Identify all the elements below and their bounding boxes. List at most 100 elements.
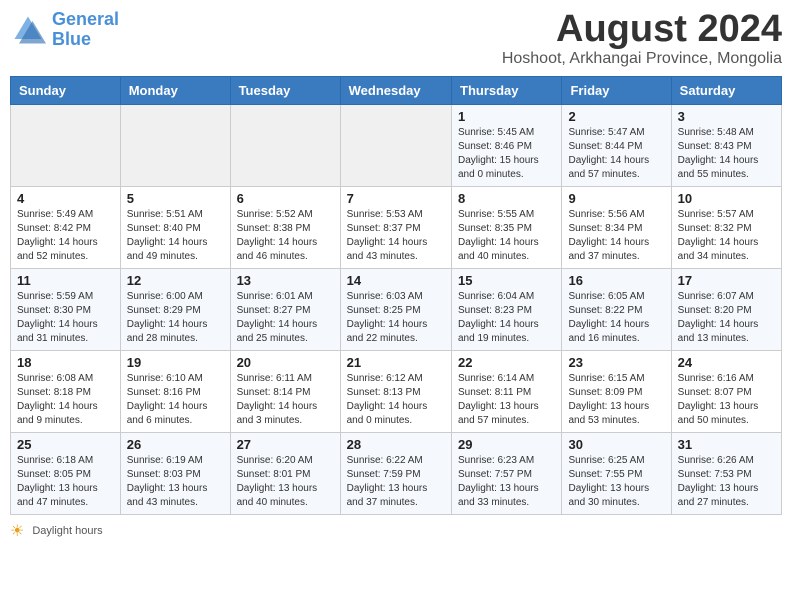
calendar-cell (340, 105, 451, 187)
day-number: 14 (347, 273, 445, 288)
col-header-friday: Friday (562, 77, 671, 105)
logo-icon (10, 12, 46, 48)
calendar-cell: 17Sunrise: 6:07 AM Sunset: 8:20 PM Dayli… (671, 269, 781, 351)
day-number: 28 (347, 437, 445, 452)
week-row-2: 4 Sunrise: 5:49 AM Sunset: 8:42 PM Daylig… (11, 187, 782, 269)
day-number: 11 (17, 273, 114, 288)
week-row-3: 11 Sunrise: 5:59 AM Sunset: 8:30 PM Dayli… (11, 269, 782, 351)
logo-text: General Blue (52, 10, 119, 50)
daylight-label: Daylight hours (32, 525, 102, 537)
calendar-cell: 7 Sunrise: 5:53 AM Sunset: 8:37 PM Daylig… (340, 187, 451, 269)
day-info: Sunrise: 5:51 AM Sunset: 8:40 PM Dayligh… (127, 208, 224, 264)
day-number: 7 (347, 191, 445, 206)
day-number: 27 (237, 437, 334, 452)
calendar-cell: 3 Sunrise: 5:48 AM Sunset: 8:43 PM Daylig… (671, 105, 781, 187)
calendar-cell: 28 Sunrise: 6:22 AM Sunset: 7:59 PM Dayli… (340, 433, 451, 515)
calendar-cell: 24Sunrise: 6:16 AM Sunset: 8:07 PM Dayli… (671, 351, 781, 433)
calendar-cell (120, 105, 230, 187)
day-number: 5 (127, 191, 224, 206)
day-info: Sunrise: 6:03 AM Sunset: 8:25 PM Dayligh… (347, 290, 445, 346)
col-header-wednesday: Wednesday (340, 77, 451, 105)
day-info: Sunrise: 6:23 AM Sunset: 7:57 PM Dayligh… (458, 454, 555, 510)
day-number: 8 (458, 191, 555, 206)
logo-blue: Blue (52, 29, 91, 49)
day-number: 3 (678, 109, 775, 124)
calendar-cell: 25 Sunrise: 6:18 AM Sunset: 8:05 PM Dayli… (11, 433, 121, 515)
day-number: 20 (237, 355, 334, 370)
day-number: 16 (568, 273, 664, 288)
calendar-cell: 22 Sunrise: 6:14 AM Sunset: 8:11 PM Dayli… (452, 351, 562, 433)
calendar-cell: 26Sunrise: 6:19 AM Sunset: 8:03 PM Dayli… (120, 433, 230, 515)
calendar-cell: 14 Sunrise: 6:03 AM Sunset: 8:25 PM Dayli… (340, 269, 451, 351)
day-number: 21 (347, 355, 445, 370)
day-number: 10 (678, 191, 775, 206)
day-number: 25 (17, 437, 114, 452)
day-info: Sunrise: 6:10 AM Sunset: 8:16 PM Dayligh… (127, 372, 224, 428)
col-header-tuesday: Tuesday (230, 77, 340, 105)
col-header-monday: Monday (120, 77, 230, 105)
day-number: 22 (458, 355, 555, 370)
day-info: Sunrise: 6:12 AM Sunset: 8:13 PM Dayligh… (347, 372, 445, 428)
calendar-cell: 27Sunrise: 6:20 AM Sunset: 8:01 PM Dayli… (230, 433, 340, 515)
day-info: Sunrise: 6:25 AM Sunset: 7:55 PM Dayligh… (568, 454, 664, 510)
day-info: Sunrise: 5:59 AM Sunset: 8:30 PM Dayligh… (17, 290, 114, 346)
calendar-cell: 6 Sunrise: 5:52 AM Sunset: 8:38 PM Daylig… (230, 187, 340, 269)
calendar-cell: 18 Sunrise: 6:08 AM Sunset: 8:18 PM Dayli… (11, 351, 121, 433)
day-info: Sunrise: 6:05 AM Sunset: 8:22 PM Dayligh… (568, 290, 664, 346)
day-info: Sunrise: 6:16 AM Sunset: 8:07 PM Dayligh… (678, 372, 775, 428)
calendar-header-row: SundayMondayTuesdayWednesdayThursdayFrid… (11, 77, 782, 105)
calendar-cell: 11 Sunrise: 5:59 AM Sunset: 8:30 PM Dayli… (11, 269, 121, 351)
calendar-cell: 30 Sunrise: 6:25 AM Sunset: 7:55 PM Dayli… (562, 433, 671, 515)
calendar-cell: 1Sunrise: 5:45 AM Sunset: 8:46 PM Daylig… (452, 105, 562, 187)
day-number: 18 (17, 355, 114, 370)
col-header-sunday: Sunday (11, 77, 121, 105)
day-info: Sunrise: 5:56 AM Sunset: 8:34 PM Dayligh… (568, 208, 664, 264)
day-number: 4 (17, 191, 114, 206)
day-number: 13 (237, 273, 334, 288)
month-title: August 2024 (502, 10, 782, 48)
page-header: General Blue August 2024 Hoshoot, Arkhan… (10, 10, 782, 68)
footer-note: ☀ Daylight hours (10, 521, 782, 541)
day-info: Sunrise: 6:00 AM Sunset: 8:29 PM Dayligh… (127, 290, 224, 346)
calendar-cell: 20 Sunrise: 6:11 AM Sunset: 8:14 PM Dayli… (230, 351, 340, 433)
day-info: Sunrise: 6:18 AM Sunset: 8:05 PM Dayligh… (17, 454, 114, 510)
calendar-cell: 12 Sunrise: 6:00 AM Sunset: 8:29 PM Dayli… (120, 269, 230, 351)
day-info: Sunrise: 6:08 AM Sunset: 8:18 PM Dayligh… (17, 372, 114, 428)
calendar-cell: 10Sunrise: 5:57 AM Sunset: 8:32 PM Dayli… (671, 187, 781, 269)
calendar-cell: 23Sunrise: 6:15 AM Sunset: 8:09 PM Dayli… (562, 351, 671, 433)
calendar-cell (230, 105, 340, 187)
calendar-cell: 16 Sunrise: 6:05 AM Sunset: 8:22 PM Dayli… (562, 269, 671, 351)
day-info: Sunrise: 5:49 AM Sunset: 8:42 PM Dayligh… (17, 208, 114, 264)
day-info: Sunrise: 6:11 AM Sunset: 8:14 PM Dayligh… (237, 372, 334, 428)
day-info: Sunrise: 5:55 AM Sunset: 8:35 PM Dayligh… (458, 208, 555, 264)
day-info: Sunrise: 5:52 AM Sunset: 8:38 PM Dayligh… (237, 208, 334, 264)
day-number: 26 (127, 437, 224, 452)
day-info: Sunrise: 6:14 AM Sunset: 8:11 PM Dayligh… (458, 372, 555, 428)
calendar-cell: 2 Sunrise: 5:47 AM Sunset: 8:44 PM Daylig… (562, 105, 671, 187)
day-number: 17 (678, 273, 775, 288)
day-info: Sunrise: 5:53 AM Sunset: 8:37 PM Dayligh… (347, 208, 445, 264)
day-number: 6 (237, 191, 334, 206)
calendar-cell: 19Sunrise: 6:10 AM Sunset: 8:16 PM Dayli… (120, 351, 230, 433)
day-number: 9 (568, 191, 664, 206)
day-number: 2 (568, 109, 664, 124)
day-info: Sunrise: 5:45 AM Sunset: 8:46 PM Dayligh… (458, 126, 555, 182)
day-info: Sunrise: 5:47 AM Sunset: 8:44 PM Dayligh… (568, 126, 664, 182)
day-info: Sunrise: 6:22 AM Sunset: 7:59 PM Dayligh… (347, 454, 445, 510)
col-header-saturday: Saturday (671, 77, 781, 105)
day-number: 31 (678, 437, 775, 452)
week-row-5: 25 Sunrise: 6:18 AM Sunset: 8:05 PM Dayli… (11, 433, 782, 515)
day-number: 30 (568, 437, 664, 452)
day-info: Sunrise: 6:26 AM Sunset: 7:53 PM Dayligh… (678, 454, 775, 510)
col-header-thursday: Thursday (452, 77, 562, 105)
day-number: 15 (458, 273, 555, 288)
calendar-cell: 8 Sunrise: 5:55 AM Sunset: 8:35 PM Daylig… (452, 187, 562, 269)
calendar-cell: 5 Sunrise: 5:51 AM Sunset: 8:40 PM Daylig… (120, 187, 230, 269)
calendar-cell: 4 Sunrise: 5:49 AM Sunset: 8:42 PM Daylig… (11, 187, 121, 269)
location-title: Hoshoot, Arkhangai Province, Mongolia (502, 50, 782, 68)
day-info: Sunrise: 6:15 AM Sunset: 8:09 PM Dayligh… (568, 372, 664, 428)
calendar-cell: 31 Sunrise: 6:26 AM Sunset: 7:53 PM Dayli… (671, 433, 781, 515)
day-number: 12 (127, 273, 224, 288)
day-info: Sunrise: 6:01 AM Sunset: 8:27 PM Dayligh… (237, 290, 334, 346)
day-info: Sunrise: 5:48 AM Sunset: 8:43 PM Dayligh… (678, 126, 775, 182)
